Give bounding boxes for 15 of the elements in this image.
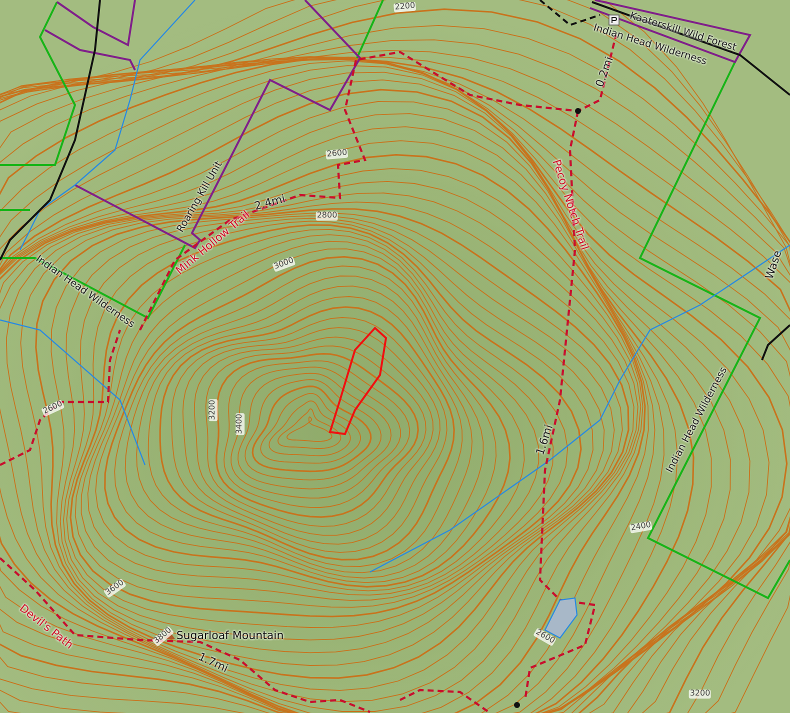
contour-label: 3200 — [688, 690, 712, 698]
distance-label: 0.2mi — [594, 55, 616, 89]
contour-label: 2800 — [316, 212, 338, 220]
contour-label: 3400 — [236, 412, 244, 436]
boundary-line — [0, 209, 30, 211]
trail-junction-icon — [514, 702, 520, 708]
peak-label: Sugarloaf Mountain — [176, 630, 284, 642]
trail-junction-icon — [575, 108, 581, 114]
contour-label: 3200 — [208, 398, 218, 422]
road-label: Wase — [764, 249, 784, 281]
parking-icon — [608, 14, 620, 26]
distance-label: 1.6mi — [534, 423, 556, 457]
trail-label: Pecoy Notch Trail — [550, 158, 590, 252]
distance-label: 2.4mi — [253, 193, 287, 213]
road-line — [761, 324, 790, 360]
